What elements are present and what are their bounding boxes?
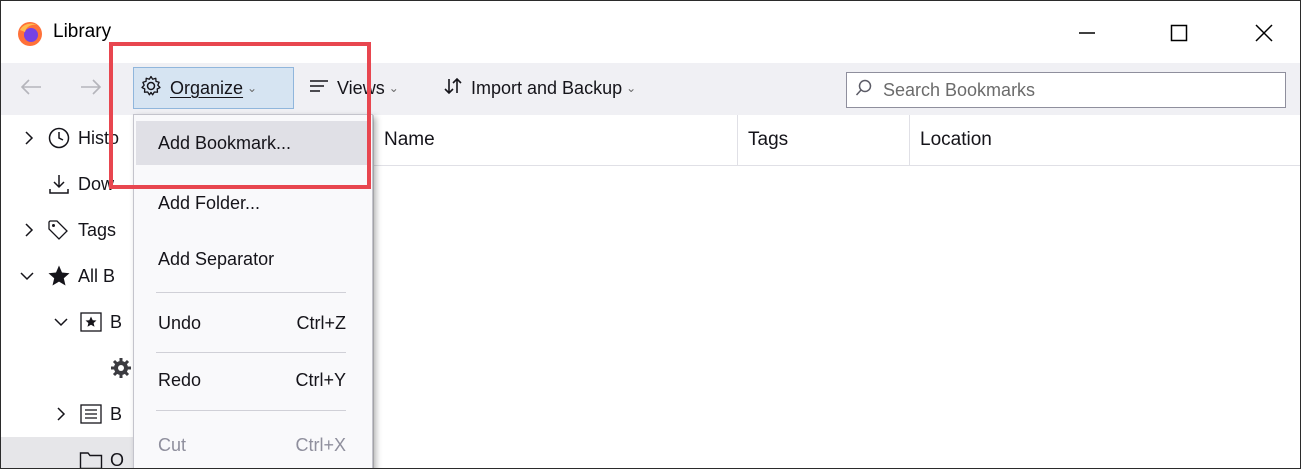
gear-icon <box>140 75 162 102</box>
menu-item-label: Add Separator <box>158 248 275 269</box>
minimize-icon <box>1078 24 1096 42</box>
menu-item-label: Redo <box>158 369 202 390</box>
gear-icon <box>109 356 133 380</box>
search-box[interactable] <box>846 72 1286 108</box>
column-header-location[interactable]: Location <box>910 115 1300 165</box>
import-backup-button[interactable]: Import and Backup ⌄ <box>437 67 697 109</box>
list-icon <box>309 78 329 99</box>
chevron-right-icon[interactable] <box>21 222 37 238</box>
back-button[interactable] <box>13 73 49 105</box>
organize-button[interactable]: Organize ⌄ <box>133 67 294 109</box>
firefox-icon <box>17 21 43 47</box>
close-icon <box>1255 24 1273 42</box>
menu-item-add-folder[interactable]: Add Folder... <box>136 181 370 225</box>
minimize-button[interactable] <box>1064 11 1110 55</box>
forward-button[interactable] <box>73 73 109 105</box>
search-icon <box>855 79 873 102</box>
bookmark-toolbar-icon <box>79 310 103 334</box>
search-input[interactable] <box>881 78 1265 102</box>
chevron-down-icon[interactable] <box>53 314 69 330</box>
column-header-name[interactable]: Name <box>374 115 738 165</box>
chevron-down-icon: ⌄ <box>388 81 399 95</box>
title-bar: Library <box>1 1 1300 63</box>
maximize-icon <box>1170 24 1188 42</box>
menu-item-redo[interactable]: Redo Ctrl+Y <box>136 358 370 402</box>
chevron-down-icon[interactable] <box>19 268 35 284</box>
views-label: Views <box>337 77 385 98</box>
menu-separator <box>156 410 346 411</box>
arrow-left-icon <box>20 78 42 101</box>
chevron-down-icon: ⌄ <box>247 81 258 95</box>
views-button[interactable]: Views ⌄ <box>303 67 427 109</box>
menu-item-cut[interactable]: Cut Ctrl+X <box>136 423 370 467</box>
menu-item-add-separator[interactable]: Add Separator <box>136 237 370 281</box>
folder-icon <box>79 448 103 468</box>
close-button[interactable] <box>1241 11 1287 55</box>
menu-item-shortcut: Ctrl+Y <box>295 369 346 390</box>
column-header-tags[interactable]: Tags <box>738 115 910 165</box>
menu-item-label: Add Bookmark... <box>158 132 292 153</box>
tree-item-label: Tags <box>78 219 117 240</box>
sort-arrows-icon <box>443 76 463 101</box>
menu-item-label: Cut <box>158 434 187 455</box>
menu-item-shortcut: Ctrl+X <box>295 434 346 455</box>
tree-item-label: B <box>110 311 123 332</box>
library-window: Library Organize ⌄ Views ⌄ Import and Ba… <box>0 0 1301 469</box>
arrow-right-icon <box>80 78 102 101</box>
download-icon <box>47 172 71 196</box>
menu-item-label: Add Folder... <box>158 192 261 213</box>
menu-separator <box>156 352 346 353</box>
tree-item-label: B <box>110 403 123 424</box>
tree-item-label: O <box>110 449 125 469</box>
bookmarks-table-header: Name Tags Location <box>374 115 1300 166</box>
organize-menu: Add Bookmark... Add Folder... Add Separa… <box>133 114 373 468</box>
tree-item-label: Dow <box>78 173 115 194</box>
toolbar: Organize ⌄ Views ⌄ Import and Backup ⌄ <box>1 63 1300 115</box>
chevron-right-icon[interactable] <box>21 130 37 146</box>
chevron-down-icon: ⌄ <box>626 81 637 95</box>
clock-icon <box>47 126 71 150</box>
tag-icon <box>47 218 71 242</box>
tree-item-label: Histo <box>78 127 120 148</box>
star-icon <box>47 264 71 288</box>
organize-label: Organize <box>170 77 244 98</box>
menu-item-undo[interactable]: Undo Ctrl+Z <box>136 301 370 345</box>
bookmark-menu-icon <box>79 402 103 426</box>
window-title: Library <box>53 21 112 42</box>
maximize-button[interactable] <box>1156 11 1202 55</box>
chevron-right-icon[interactable] <box>53 406 69 422</box>
pane-splitter[interactable] <box>373 115 374 468</box>
menu-item-label: Undo <box>158 312 202 333</box>
import-label: Import and Backup <box>471 77 623 98</box>
menu-separator <box>156 292 346 293</box>
menu-item-add-bookmark[interactable]: Add Bookmark... <box>136 121 370 165</box>
menu-item-shortcut: Ctrl+Z <box>296 312 347 333</box>
tree-item-label: All B <box>78 265 116 286</box>
